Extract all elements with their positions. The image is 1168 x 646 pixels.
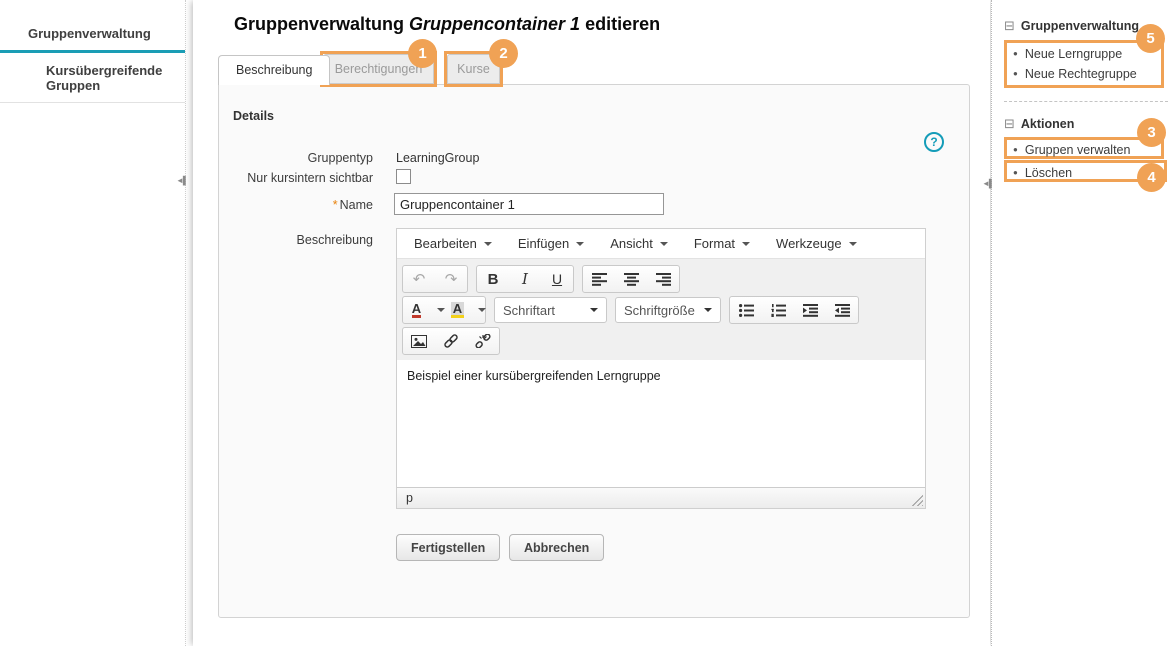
collapse-icon[interactable] (1004, 116, 1015, 132)
nur-kursintern-label: Nur kursintern sichtbar (219, 171, 373, 185)
bullet-list-icon[interactable] (730, 297, 762, 323)
sidebar-section-gruppenverwaltung: Gruppenverwaltung (1004, 18, 1139, 34)
undo-icon[interactable]: ↶ (403, 266, 435, 292)
section-title: Aktionen (1021, 117, 1074, 131)
gruppentyp-value: LearningGroup (396, 151, 479, 165)
chevron-down-icon (660, 242, 668, 246)
nur-kursintern-checkbox[interactable] (396, 169, 411, 184)
align-left-icon[interactable] (583, 266, 615, 292)
annotation-badge-2: 2 (489, 39, 518, 68)
page-title: Gruppenverwaltung Gruppencontainer 1 edi… (234, 14, 660, 35)
sidebar-section-aktionen: Aktionen (1004, 116, 1074, 132)
name-label-text: Name (340, 198, 373, 212)
form-panel: Details Gruppentyp LearningGroup Nur kur… (218, 84, 970, 618)
chevron-down-icon (590, 308, 598, 312)
link-label: Gruppen verwalten (1025, 143, 1131, 157)
chevron-down-icon (742, 242, 750, 246)
panel-collapse-handle-right-icon[interactable] (982, 179, 994, 188)
remove-link-icon[interactable] (467, 328, 499, 354)
underline-icon[interactable]: U (541, 266, 573, 292)
link-neue-rechtegruppe[interactable]: Neue Rechtegruppe (1007, 64, 1161, 84)
required-marker: * (333, 198, 338, 212)
font-family-select[interactable]: Schriftart (494, 297, 607, 323)
link-label: Neue Rechtegruppe (1025, 67, 1137, 81)
panel-collapse-handle-left-icon[interactable] (176, 176, 188, 185)
bullet-icon (1013, 70, 1018, 78)
help-icon[interactable] (924, 132, 944, 152)
menu-bearbeiten[interactable]: Bearbeiten (401, 236, 505, 251)
sidebar-divider (1004, 101, 1168, 102)
chevron-down-icon (484, 242, 492, 246)
italic-icon[interactable]: I (509, 266, 541, 292)
text-color-glyph: A (412, 302, 421, 318)
editor-toolbars: ↶ ↷ B I U (397, 259, 925, 360)
align-center-icon[interactable] (615, 266, 647, 292)
font-size-label: Schriftgröße (624, 303, 695, 318)
beschreibung-label: Beschreibung (219, 233, 373, 247)
font-size-select[interactable]: Schriftgröße (615, 297, 721, 323)
editor-menubar: Bearbeiten Einfügen Ansicht Format Werkz… (397, 229, 925, 259)
chevron-down-icon (849, 242, 857, 246)
font-family-label: Schriftart (503, 303, 555, 318)
bullet-icon (1013, 50, 1018, 58)
left-navigation: Gruppenverwaltung Kursübergreifende Grup… (0, 0, 186, 646)
name-input[interactable] (394, 193, 664, 215)
title-prefix: Gruppenverwaltung (234, 14, 404, 34)
right-sidebar: Gruppenverwaltung Neue Lerngruppe Neue R… (991, 0, 1168, 646)
bullet-icon (1013, 169, 1018, 177)
title-emphasis: Gruppencontainer 1 (409, 14, 580, 34)
chevron-down-icon (576, 242, 584, 246)
annotation-badge-1: 1 (408, 39, 437, 68)
fertigstellen-button[interactable]: Fertigstellen (396, 534, 500, 561)
nav-item-gruppenverwaltung[interactable]: Gruppenverwaltung (0, 0, 185, 53)
richtext-editor: Bearbeiten Einfügen Ansicht Format Werkz… (396, 228, 926, 509)
annotation-badge-3: 3 (1137, 118, 1166, 147)
insert-link-icon[interactable] (435, 328, 467, 354)
align-right-icon[interactable] (647, 266, 679, 292)
section-title: Gruppenverwaltung (1021, 19, 1139, 33)
element-path: p (406, 491, 413, 505)
link-label: Neue Lerngruppe (1025, 47, 1122, 61)
menu-werkzeuge[interactable]: Werkzeuge (763, 236, 870, 251)
numbered-list-icon[interactable] (762, 297, 794, 323)
collapse-icon[interactable] (1004, 18, 1015, 34)
text-color-caret-icon[interactable] (430, 297, 444, 323)
insert-image-icon[interactable] (403, 328, 435, 354)
indent-less-icon[interactable] (826, 297, 858, 323)
menu-einfuegen[interactable]: Einfügen (505, 236, 597, 251)
chevron-down-icon (704, 308, 712, 312)
annotation-badge-4: 4 (1137, 163, 1166, 192)
nav-item-kursuebergreifende-gruppen[interactable]: Kursübergreifende Gruppen (0, 53, 185, 103)
editor-content-area[interactable]: Beispiel einer kursübergreifenden Lerngr… (397, 360, 925, 487)
details-section-title: Details (233, 109, 274, 123)
menu-einfuegen-label: Einfügen (518, 236, 569, 251)
name-label: *Name (219, 198, 373, 212)
bullet-icon (1013, 146, 1018, 154)
annotation-badge-5: 5 (1136, 24, 1165, 53)
menu-bearbeiten-label: Bearbeiten (414, 236, 477, 251)
editor-statusbar: p (397, 487, 925, 508)
gruppentyp-label: Gruppentyp (219, 151, 373, 165)
menu-ansicht-label: Ansicht (610, 236, 653, 251)
resize-grip-icon[interactable] (910, 493, 923, 506)
abbrechen-button[interactable]: Abbrechen (509, 534, 604, 561)
menu-format[interactable]: Format (681, 236, 763, 251)
text-color-icon[interactable]: A (403, 297, 430, 323)
background-color-caret-icon[interactable] (471, 297, 485, 323)
link-gruppen-verwalten[interactable]: Gruppen verwalten (1007, 140, 1161, 160)
background-color-icon[interactable]: A (444, 297, 471, 323)
link-label: Löschen (1025, 166, 1072, 180)
menu-werkzeuge-label: Werkzeuge (776, 236, 842, 251)
tab-beschreibung[interactable]: Beschreibung (218, 55, 330, 85)
redo-icon[interactable]: ↷ (435, 266, 467, 292)
background-color-glyph: A (451, 302, 464, 318)
indent-more-icon[interactable] (794, 297, 826, 323)
title-suffix: editieren (585, 14, 660, 34)
menu-format-label: Format (694, 236, 735, 251)
menu-ansicht[interactable]: Ansicht (597, 236, 681, 251)
bold-icon[interactable]: B (477, 266, 509, 292)
